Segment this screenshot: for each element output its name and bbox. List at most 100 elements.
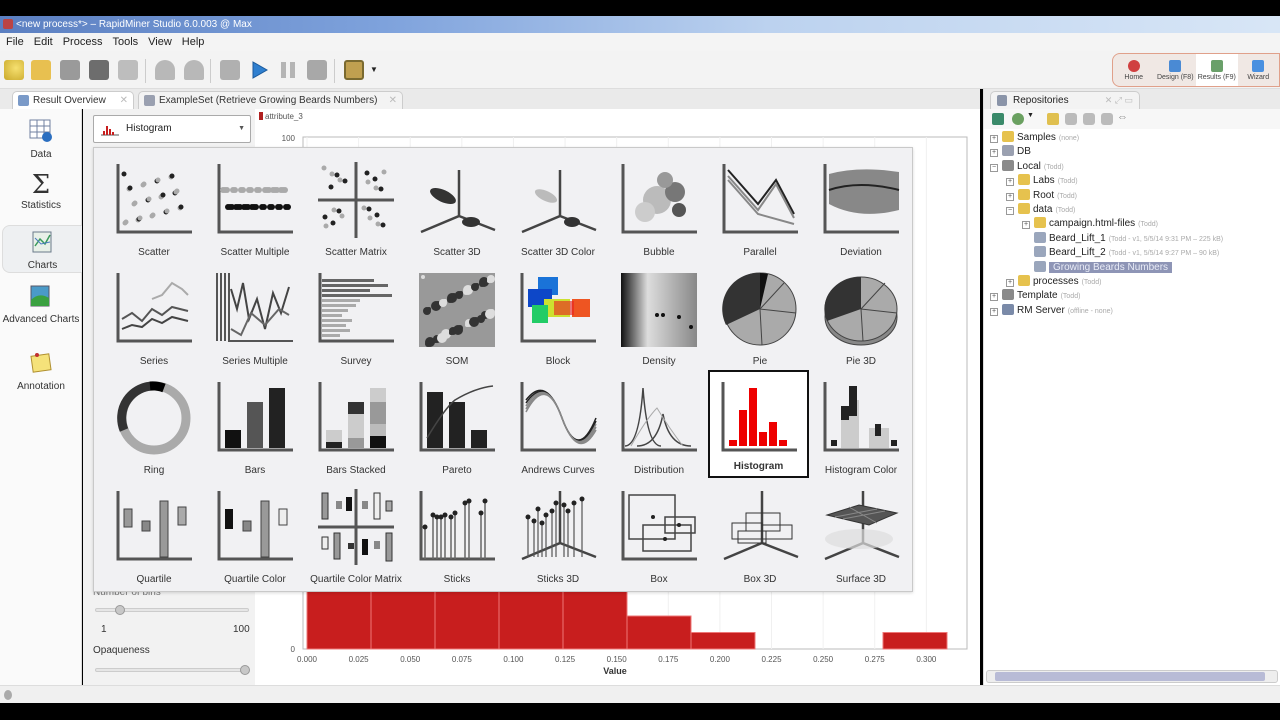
expand-icon[interactable]: + [990,307,998,316]
chart-type-series-multiple[interactable]: Series Multiple [205,263,305,371]
expand-icon[interactable]: + [1022,221,1030,230]
nav-data[interactable]: Data [0,119,82,160]
opaqueness-slider[interactable] [95,665,250,675]
chart-type-bubble[interactable]: Bubble [609,154,709,262]
chart-type-block[interactable]: Block [508,263,608,371]
opaqueness-slider-knob[interactable] [240,665,250,675]
paste-icon[interactable] [1083,113,1095,125]
expand-icon[interactable]: + [990,149,998,158]
repository-tree-item[interactable]: + campaign.html-files (Todd) [1022,217,1158,231]
link-editor-icon[interactable]: ⇔ [1117,111,1128,123]
menu-view[interactable]: View [148,33,172,51]
repository-tree-item[interactable]: − data (Todd) [1006,203,1075,217]
menu-process[interactable]: Process [63,33,103,51]
tab-exampleset[interactable]: ExampleSet (Retrieve Growing Beards Numb… [138,91,403,109]
chart-type-pie-3d[interactable]: Pie 3D [811,263,911,371]
repository-hscrollbar[interactable] [986,670,1278,683]
chart-type-scatter[interactable]: Scatter [104,154,204,262]
stop-icon[interactable] [307,60,327,80]
chart-type-survey[interactable]: Survey [306,263,406,371]
expand-icon[interactable]: + [990,135,998,143]
chart-type-andrews-curves[interactable]: Andrews Curves [508,372,608,480]
menu-edit[interactable]: Edit [34,33,53,51]
undo-icon[interactable] [155,60,175,80]
chart-type-box-3d[interactable]: Box 3D [710,481,810,589]
chart-type-quartile[interactable]: Quartile [104,481,204,589]
expand-icon[interactable]: + [1006,178,1014,187]
repository-tree-item[interactable]: + Template (Todd) [990,289,1080,303]
dropdown-arrow-icon[interactable]: ▼ [1027,112,1034,119]
chart-type-scatter-3d[interactable]: Scatter 3D [407,154,507,262]
cpu-monitor-icon[interactable] [344,60,364,80]
chart-type-scatter-matrix[interactable]: Scatter Matrix [306,154,406,262]
chart-type-quartile-color-matrix[interactable]: Quartile Color Matrix [306,481,406,589]
chart-type-sticks-3d[interactable]: Sticks 3D [508,481,608,589]
open-folder-icon[interactable] [31,60,51,80]
chart-type-histogram[interactable]: Histogram [708,370,809,478]
panel-controls-icon[interactable]: ✕ ⤢ ▭ [1105,92,1133,109]
chart-type-scatter-multiple[interactable]: Scatter Multiple [205,154,305,262]
redo-icon[interactable] [184,60,204,80]
repository-tree-item[interactable]: + RM Server (offline - none) [990,303,1113,318]
chart-type-ring[interactable]: Ring [104,372,204,480]
chart-type-parallel[interactable]: Parallel [710,154,810,262]
expand-icon[interactable]: + [1006,279,1014,287]
nav-charts[interactable]: Charts [2,225,82,273]
perspective-design[interactable]: Design (F8) [1155,54,1197,86]
menu-tools[interactable]: Tools [112,33,138,51]
step-icon[interactable] [220,60,240,80]
repository-tree-item[interactable]: + processes (Todd) [1006,275,1101,289]
nav-statistics[interactable]: Σ Statistics [0,172,82,211]
repository-tree-item[interactable]: + Labs (Todd) [1006,174,1078,188]
repository-tree-item[interactable]: + Root (Todd) [1006,188,1077,203]
delete-icon[interactable] [1101,113,1113,125]
chart-type-som[interactable]: SOM [407,263,507,371]
dropdown-arrow-icon[interactable]: ▼ [370,65,378,74]
chart-type-series[interactable]: Series [104,263,204,371]
folder-icon[interactable] [1047,113,1059,125]
chart-type-sticks[interactable]: Sticks [407,481,507,589]
expand-icon[interactable]: + [1006,192,1014,201]
chart-type-density[interactable]: Density [609,263,709,371]
chart-type-pie[interactable]: Pie [710,263,810,371]
bins-slider-knob[interactable] [114,605,125,615]
chart-type-bars-stacked[interactable]: Bars Stacked [306,372,406,480]
nav-annotation[interactable]: Annotation [0,351,82,392]
collapse-icon[interactable]: − [990,163,998,172]
import-icon[interactable] [1012,113,1024,125]
repository-tree-item[interactable]: Beard_Lift_1 (Todd - v1, 5/5/14 9:31 PM –… [1022,231,1223,246]
chart-type-select[interactable]: Histogram ▼ [93,115,251,143]
scrollbar-thumb[interactable] [995,672,1265,681]
chart-type-distribution[interactable]: Distribution [609,372,709,480]
repository-tree-item[interactable]: Growing Beards Numbers [1022,260,1173,275]
print-icon[interactable] [118,60,138,80]
menu-help[interactable]: Help [182,33,205,51]
perspective-wizard[interactable]: Wizard [1238,54,1280,86]
save-icon[interactable] [60,60,80,80]
chart-type-deviation[interactable]: Deviation [811,154,911,262]
perspective-results[interactable]: Results (F9) [1196,54,1238,86]
close-tab-icon[interactable]: ✕ [120,92,128,109]
pause-icon[interactable] [278,60,298,80]
save-as-icon[interactable] [89,60,109,80]
chart-type-bars[interactable]: Bars [205,372,305,480]
tab-repositories[interactable]: Repositories ✕ ⤢ ▭ [990,91,1140,109]
tab-result-overview[interactable]: Result Overview ✕ [12,91,134,109]
copy-icon[interactable] [1065,113,1077,125]
repository-tree-item[interactable]: + DB [990,145,1031,159]
nav-advanced-charts[interactable]: Advanced Charts [0,284,82,326]
add-repository-icon[interactable] [992,113,1004,125]
chart-type-quartile-color[interactable]: Quartile Color [205,481,305,589]
chart-type-box[interactable]: Box [609,481,709,589]
repository-tree-item[interactable]: + Samples (none) [990,131,1079,145]
close-tab-icon[interactable]: ✕ [389,92,397,109]
perspective-home[interactable]: Home [1113,54,1155,86]
repository-tree-item[interactable]: Beard_Lift_2 (Todd - v1, 5/5/14 9:27 PM –… [1022,246,1219,260]
chart-type-scatter-3d-color[interactable]: Scatter 3D Color [508,154,608,262]
chart-type-histogram-color[interactable]: Histogram Color [811,372,911,480]
repository-tree-item[interactable]: − Local (Todd) [990,159,1064,174]
run-icon[interactable] [249,60,269,80]
expand-icon[interactable]: + [990,293,998,302]
chart-type-surface-3d[interactable]: Surface 3D [811,481,911,589]
chart-type-pareto[interactable]: Pareto [407,372,507,480]
